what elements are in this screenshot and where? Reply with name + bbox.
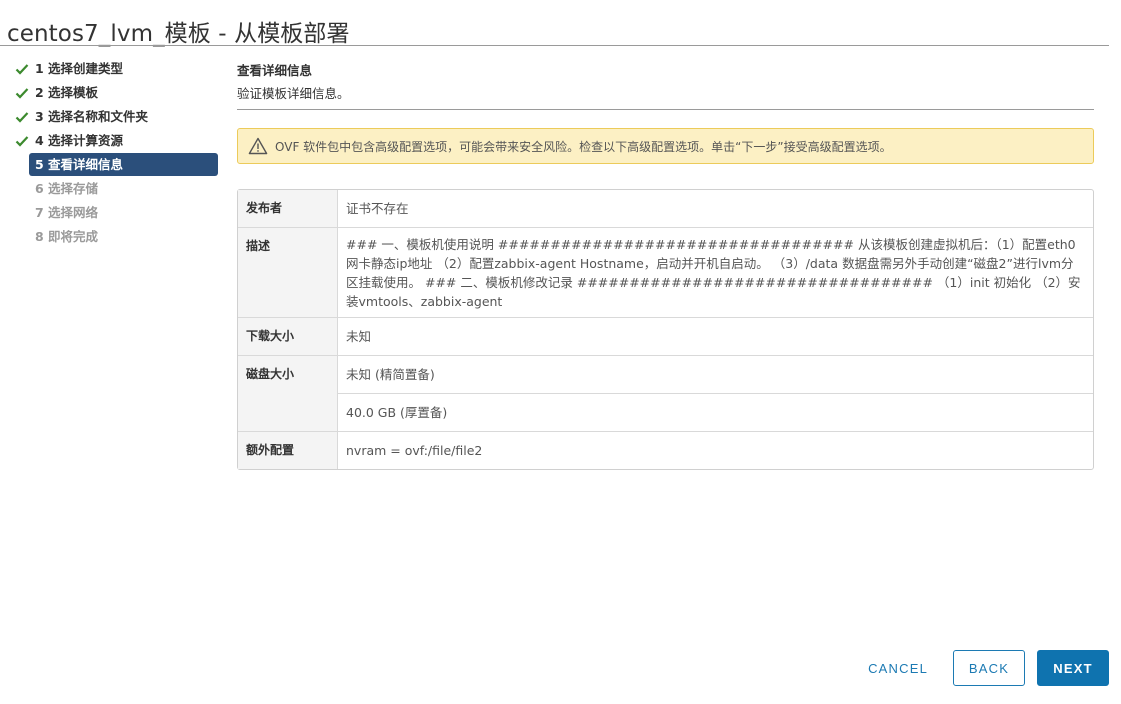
- table-row: 磁盘大小 未知 (精简置备) 40.0 GB (厚置备): [238, 355, 1093, 431]
- back-button[interactable]: BACK: [953, 650, 1025, 686]
- step-ready-to-complete: 8 即将完成: [14, 225, 220, 249]
- publisher-value: 证书不存在: [346, 201, 409, 216]
- publisher-label: 发布者: [238, 190, 338, 227]
- disk-size-label: 磁盘大小: [238, 356, 338, 431]
- step-label: 3 选择名称和文件夹: [35, 109, 149, 124]
- wizard-footer: CANCEL BACK NEXT: [856, 650, 1109, 686]
- step-label: 8 即将完成: [35, 229, 99, 244]
- cancel-button[interactable]: CANCEL: [856, 650, 940, 686]
- download-size-value: 未知: [346, 329, 372, 344]
- check-icon: [15, 88, 29, 99]
- section-title: 查看详细信息: [237, 63, 313, 78]
- step-label: 1 选择创建类型: [35, 61, 124, 76]
- step-select-network: 7 选择网络: [14, 201, 220, 225]
- step-review-details[interactable]: 5 查看详细信息: [29, 153, 218, 176]
- step-select-compute-resource[interactable]: 4 选择计算资源: [14, 129, 220, 153]
- download-size-label: 下载大小: [238, 318, 338, 355]
- wizard-steps-nav: 1 选择创建类型 2 选择模板 3 选择名称和文件夹 4 选择计算资源 5 查看…: [14, 57, 220, 249]
- warning-text: OVF 软件包中包含高级配置选项，可能会带来安全风险。检查以下高级配置选项。单击…: [275, 139, 892, 154]
- section-divider: [237, 109, 1094, 110]
- step-label: 4 选择计算资源: [35, 133, 124, 148]
- step-content: 查看详细信息 验证模板详细信息。 OVF 软件包中包含高级配置选项，可能会带来安…: [237, 62, 1094, 470]
- warning-triangle-icon: [248, 137, 268, 155]
- table-row: 额外配置 nvram = ovf:/file/file2: [238, 431, 1093, 469]
- wizard-title: centos7_lvm_模板 - 从模板部署: [7, 21, 350, 47]
- disk-size-thick-value: 40.0 GB (厚置备): [338, 393, 1093, 431]
- check-icon: [15, 112, 29, 123]
- table-row: 发布者 证书不存在: [238, 190, 1093, 227]
- step-label: 7 选择网络: [35, 205, 99, 220]
- disk-size-thin-value: 未知 (精简置备): [346, 367, 435, 382]
- table-row: 下载大小 未知: [238, 317, 1093, 355]
- step-label: 6 选择存储: [35, 181, 99, 196]
- step-select-name-folder[interactable]: 3 选择名称和文件夹: [14, 105, 220, 129]
- extra-config-value: nvram = ovf:/file/file2: [346, 443, 483, 458]
- section-subtitle: 验证模板详细信息。: [237, 86, 350, 101]
- description-label: 描述: [238, 228, 338, 317]
- step-label: 2 选择模板: [35, 85, 99, 100]
- table-row: 描述 ### 一、模板机使用说明 #######################…: [238, 227, 1093, 317]
- description-value: ### 一、模板机使用说明 ##########################…: [346, 237, 1081, 309]
- title-divider: [0, 45, 1109, 46]
- warning-alert: OVF 软件包中包含高级配置选项，可能会带来安全风险。检查以下高级配置选项。单击…: [237, 128, 1094, 164]
- check-icon: [15, 136, 29, 147]
- details-table: 发布者 证书不存在 描述 ### 一、模板机使用说明 #############…: [237, 189, 1094, 470]
- step-select-template[interactable]: 2 选择模板: [14, 81, 220, 105]
- disk-size-values: 未知 (精简置备) 40.0 GB (厚置备): [338, 356, 1093, 431]
- check-icon: [15, 64, 29, 75]
- step-select-storage: 6 选择存储: [14, 177, 220, 201]
- step-select-creation-type[interactable]: 1 选择创建类型: [14, 57, 220, 81]
- next-button[interactable]: NEXT: [1037, 650, 1109, 686]
- step-label: 5 查看详细信息: [35, 157, 124, 172]
- extra-config-label: 额外配置: [238, 432, 338, 469]
